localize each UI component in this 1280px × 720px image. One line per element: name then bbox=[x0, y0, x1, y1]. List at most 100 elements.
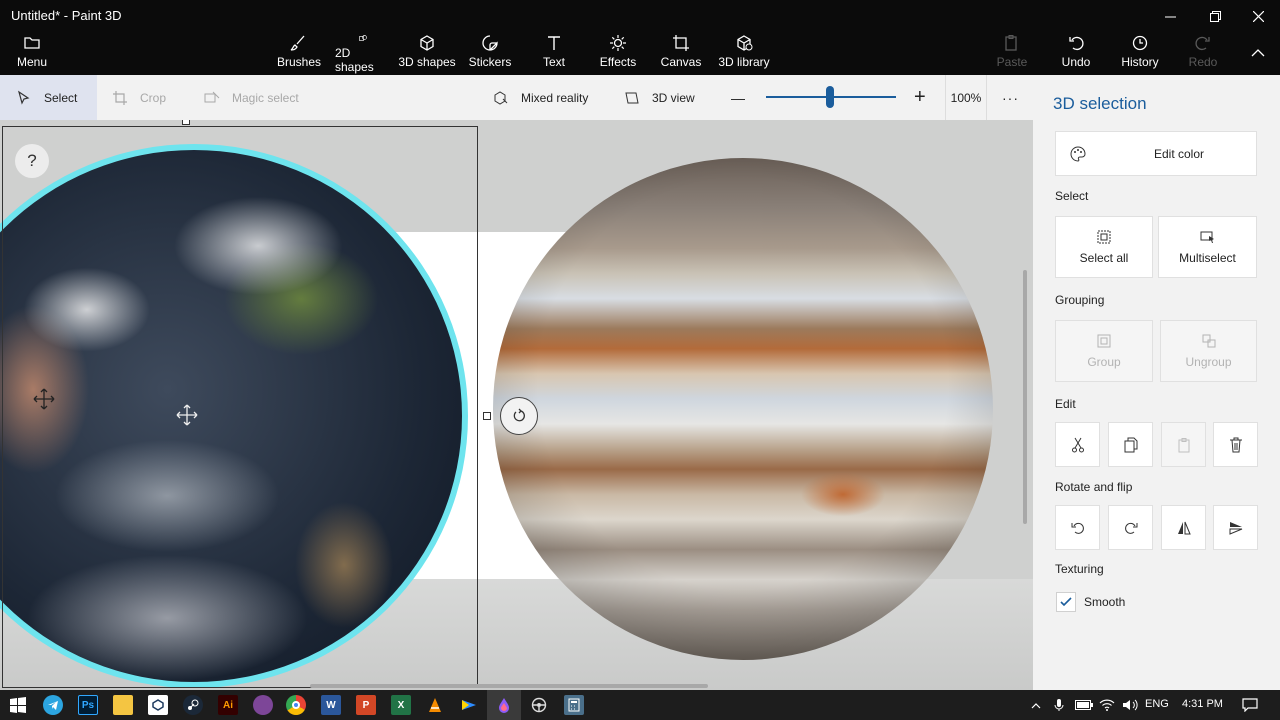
rotate-left-button[interactable] bbox=[1055, 505, 1100, 550]
magic-select-tool[interactable]: Magic select bbox=[204, 75, 299, 120]
telegram-icon[interactable] bbox=[43, 695, 63, 715]
chevron-up-icon[interactable] bbox=[1029, 695, 1043, 715]
smooth-checkbox[interactable] bbox=[1056, 592, 1076, 612]
clock[interactable]: 4:31 PM bbox=[1182, 698, 1223, 710]
volume-icon[interactable] bbox=[1120, 695, 1140, 715]
select-all-button[interactable]: Select all bbox=[1055, 216, 1153, 278]
ungroup-icon bbox=[1202, 334, 1215, 348]
tor-icon[interactable] bbox=[253, 695, 273, 715]
paste-button[interactable]: Paste bbox=[996, 34, 1028, 74]
flip-horizontal-icon bbox=[1177, 521, 1191, 534]
jupiter-sphere[interactable] bbox=[493, 158, 993, 660]
select-all-label: Select all bbox=[1079, 251, 1129, 265]
steam-icon[interactable] bbox=[183, 695, 203, 715]
move-handle-icon[interactable] bbox=[176, 404, 198, 426]
edit-color-button[interactable]: Edit color bbox=[1055, 131, 1257, 176]
ungroup-label: Ungroup bbox=[1185, 355, 1232, 369]
paint3d-icon[interactable] bbox=[494, 695, 514, 715]
3d-view-button[interactable]: 3D view bbox=[624, 75, 695, 120]
title-bar: Untitled* - Paint 3D Menu Brushes 2D sha… bbox=[0, 0, 1280, 75]
group-button[interactable]: Group bbox=[1055, 320, 1153, 382]
rotate-icon bbox=[513, 408, 525, 422]
powerpoint-icon[interactable]: P bbox=[356, 695, 376, 715]
zoom-slider-thumb[interactable] bbox=[826, 86, 834, 108]
flip-horizontal-button[interactable] bbox=[1161, 505, 1206, 550]
language-indicator[interactable]: ENG bbox=[1145, 698, 1169, 710]
window-title: Untitled* - Paint 3D bbox=[11, 8, 122, 23]
stickers-button[interactable]: Stickers bbox=[468, 34, 512, 74]
select-tool-label: Select bbox=[44, 90, 78, 105]
zoom-out-button[interactable]: — bbox=[731, 75, 745, 120]
app-icon[interactable] bbox=[148, 695, 168, 715]
notifications-icon[interactable] bbox=[1240, 695, 1260, 715]
copy-button[interactable] bbox=[1108, 422, 1153, 467]
zoom-in-button[interactable]: + bbox=[914, 75, 926, 120]
selection-handle-top[interactable] bbox=[182, 120, 190, 125]
rotate-right-button[interactable] bbox=[1108, 505, 1153, 550]
collapse-ribbon-icon[interactable] bbox=[1238, 38, 1278, 66]
rotate-left-icon bbox=[1071, 522, 1084, 534]
chrome-icon[interactable] bbox=[286, 695, 306, 715]
text-button[interactable]: Text bbox=[538, 34, 570, 74]
more-options-button[interactable]: ··· bbox=[1002, 75, 1019, 120]
cut-button[interactable] bbox=[1055, 422, 1100, 467]
crop-tool[interactable]: Crop bbox=[112, 75, 166, 120]
paste-icon bbox=[1178, 437, 1189, 452]
history-label: History bbox=[1121, 55, 1159, 69]
canvas-workspace[interactable]: ? bbox=[0, 120, 1033, 690]
folder-icon bbox=[24, 37, 40, 49]
selection-box[interactable] bbox=[2, 126, 478, 688]
vlc-icon[interactable] bbox=[425, 695, 445, 715]
illustrator-icon[interactable]: Ai bbox=[218, 695, 238, 715]
close-icon[interactable] bbox=[1238, 2, 1278, 30]
wifi-icon[interactable] bbox=[1097, 695, 1117, 715]
steering-icon[interactable] bbox=[529, 695, 549, 715]
mixed-reality-button[interactable]: Mixed reality bbox=[493, 75, 588, 120]
menu-button[interactable]: Menu bbox=[14, 34, 50, 74]
zoom-level[interactable]: 100% bbox=[945, 75, 987, 120]
start-icon[interactable] bbox=[8, 695, 28, 715]
ungroup-button[interactable]: Ungroup bbox=[1160, 320, 1257, 382]
flip-vertical-button[interactable] bbox=[1213, 505, 1258, 550]
undo-button[interactable]: Undo bbox=[1060, 34, 1092, 74]
minimize-icon[interactable] bbox=[1150, 2, 1190, 30]
2d-shapes-label: 2D shapes bbox=[335, 46, 374, 74]
paste-label: Paste bbox=[996, 55, 1028, 69]
effects-label: Effects bbox=[599, 55, 637, 69]
delete-button[interactable] bbox=[1213, 422, 1258, 467]
text-label: Text bbox=[542, 55, 565, 69]
microphone-icon[interactable] bbox=[1052, 695, 1066, 715]
palette-icon bbox=[1070, 146, 1086, 162]
word-icon[interactable]: W bbox=[321, 695, 341, 715]
redo-button[interactable]: Redo bbox=[1188, 34, 1218, 74]
battery-icon[interactable] bbox=[1074, 695, 1094, 715]
scissors-icon bbox=[1071, 437, 1084, 452]
copy-icon bbox=[1124, 437, 1137, 452]
photoshop-icon[interactable]: Ps bbox=[78, 695, 98, 715]
vertical-scrollbar[interactable] bbox=[1023, 270, 1027, 524]
brush-icon bbox=[290, 35, 305, 51]
select-tool[interactable]: Select bbox=[0, 75, 97, 120]
flip-vertical-icon bbox=[1229, 521, 1242, 535]
file-explorer-icon[interactable] bbox=[113, 695, 133, 715]
2d-shapes-button[interactable]: 2D shapes bbox=[335, 34, 391, 74]
brushes-button[interactable]: Brushes bbox=[276, 34, 322, 74]
paste-side-button[interactable] bbox=[1161, 422, 1206, 467]
arrow-app-icon[interactable] bbox=[459, 695, 479, 715]
effects-button[interactable]: Effects bbox=[598, 34, 638, 74]
calculator-icon[interactable] bbox=[564, 695, 584, 715]
3d-library-button[interactable]: 3D library bbox=[717, 34, 771, 74]
history-button[interactable]: History bbox=[1120, 34, 1160, 74]
checkmark-icon bbox=[1060, 597, 1072, 607]
selection-handle-right[interactable] bbox=[483, 412, 491, 420]
excel-icon[interactable]: X bbox=[391, 695, 411, 715]
horizontal-scrollbar[interactable] bbox=[310, 684, 708, 688]
maximize-icon[interactable] bbox=[1195, 2, 1235, 30]
canvas-button[interactable]: Canvas bbox=[661, 34, 701, 74]
3d-shapes-button[interactable]: 3D shapes bbox=[398, 34, 456, 74]
cube-icon bbox=[420, 35, 434, 51]
help-button[interactable]: ? bbox=[15, 144, 49, 178]
rotate-handle[interactable] bbox=[500, 397, 538, 435]
rotate-section-label: Rotate and flip bbox=[1055, 480, 1133, 494]
multiselect-button[interactable]: Multiselect bbox=[1158, 216, 1257, 278]
